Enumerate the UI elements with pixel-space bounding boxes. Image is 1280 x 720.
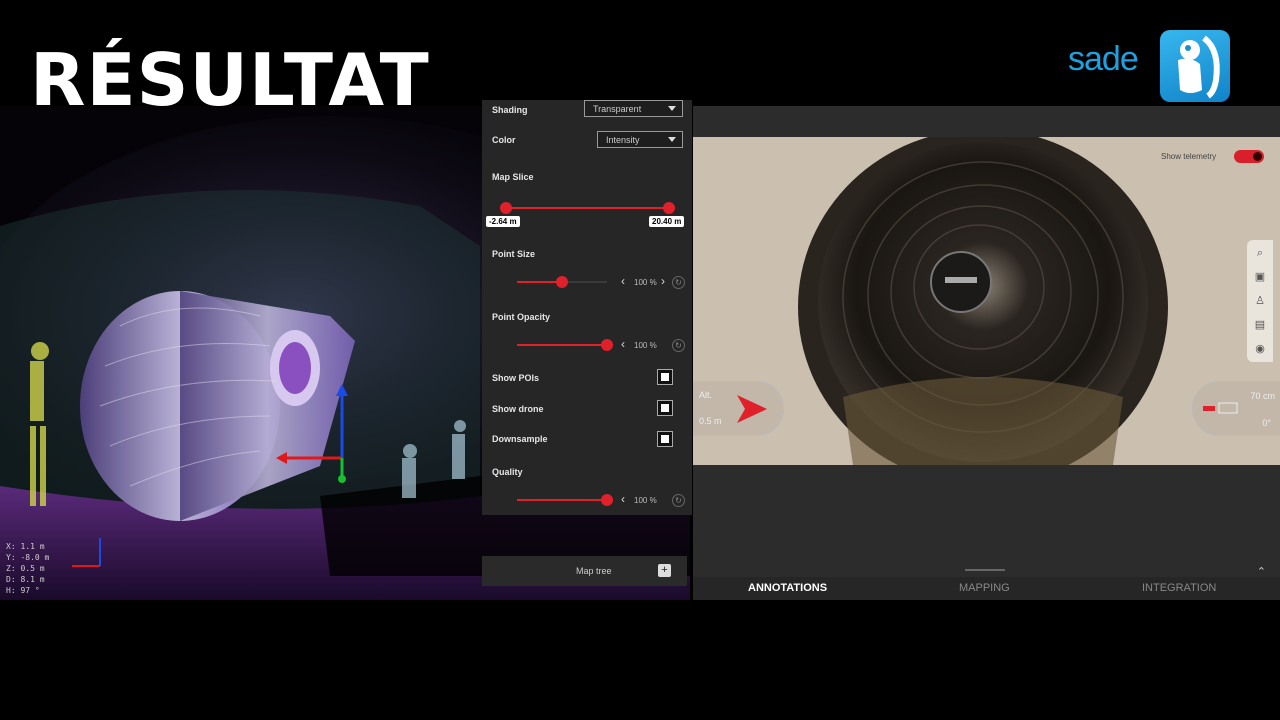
shading-select[interactable]: Transparent <box>584 100 683 117</box>
brand-logo <box>1160 30 1230 102</box>
chevron-right-icon[interactable]: › <box>661 274 665 288</box>
coord-y: Y: -8.0 m <box>6 553 50 562</box>
downsample-label: Downsample <box>492 434 548 444</box>
show-pois-label: Show POIs <box>492 373 540 383</box>
quality-handle[interactable] <box>601 494 613 506</box>
point-opacity-handle[interactable] <box>601 339 613 351</box>
coord-x: X: 1.1 m <box>6 542 45 551</box>
map-slice-max-value: 20.40 m <box>649 216 685 227</box>
map-slice-max-handle[interactable] <box>663 202 675 214</box>
chevron-down-icon <box>668 106 676 111</box>
altitude-hud: Alt. 0.5 m <box>693 381 784 436</box>
shading-value: Transparent <box>593 104 642 114</box>
downsample-checkbox[interactable] <box>657 431 673 447</box>
drone-icon <box>1203 402 1238 414</box>
gallery-icon[interactable]: ▣ <box>1250 267 1270 287</box>
map-tree-bar[interactable]: Map tree + <box>482 556 687 586</box>
chevron-down-icon <box>668 137 676 142</box>
point-opacity-fill <box>517 344 607 346</box>
distance-value: 70 cm <box>1250 391 1275 401</box>
brand-wordmark: sade <box>1068 40 1139 78</box>
show-drone-label: Show drone <box>492 404 544 414</box>
coord-z: Z: 0.5 m <box>6 564 45 573</box>
chevron-up-icon[interactable]: ⌃ <box>1257 565 1266 578</box>
tab-annotations[interactable]: ANNOTATIONS <box>748 582 827 594</box>
chevron-left-icon[interactable]: ‹ <box>621 337 625 351</box>
reset-icon[interactable]: ↻ <box>672 494 685 507</box>
point-opacity-value: 100 % <box>634 341 657 350</box>
quality-label: Quality <box>492 467 523 477</box>
clipboard-icon[interactable]: ▤ <box>1250 315 1270 335</box>
camera-icon[interactable]: ◉ <box>1250 339 1270 359</box>
point-size-value: 100 % <box>634 278 657 287</box>
settings-panel: Shading Transparent Color Intensity Map … <box>482 100 692 515</box>
chevron-left-icon[interactable]: ‹ <box>621 274 625 288</box>
map-slice-min-handle[interactable] <box>500 202 512 214</box>
bottom-tabs: ⌃ ANNOTATIONS MAPPING INTEGRATION <box>693 566 1280 600</box>
show-telemetry-label: Show telemetry <box>1161 152 1217 161</box>
add-icon[interactable]: + <box>658 564 671 577</box>
color-value: Intensity <box>606 135 640 145</box>
shading-label: Shading <box>492 105 528 115</box>
chevron-left-icon[interactable]: ‹ <box>621 492 625 506</box>
point-opacity-label: Point Opacity <box>492 312 551 322</box>
color-select[interactable]: Intensity <box>597 131 683 148</box>
altitude-label: Alt. <box>699 390 713 400</box>
coord-d: D: 8.1 m <box>6 575 45 584</box>
color-label: Color <box>492 135 516 145</box>
angle-value: 0° <box>1262 418 1271 428</box>
light-icon[interactable]: ♙ <box>1250 291 1270 311</box>
point-size-label: Point Size <box>492 249 536 259</box>
map-slice-label: Map Slice <box>492 172 534 182</box>
tab-integration[interactable]: INTEGRATION <box>1142 582 1216 594</box>
coord-h: H: 97 ° <box>6 586 40 595</box>
drag-handle[interactable] <box>965 569 1005 571</box>
zoom-icon[interactable]: ⌕ <box>1250 243 1270 263</box>
tab-mapping[interactable]: MAPPING <box>959 582 1010 594</box>
altitude-value: 0.5 m <box>699 416 722 426</box>
show-drone-checkbox[interactable] <box>657 400 673 416</box>
map-tree-label: Map tree <box>576 566 612 576</box>
quality-value: 100 % <box>634 496 657 505</box>
map-slice-range <box>506 207 669 209</box>
map-slice-min-value: -2.64 m <box>486 216 520 227</box>
direction-arrow-icon <box>737 395 767 423</box>
show-pois-checkbox[interactable] <box>657 369 673 385</box>
quality-fill <box>517 499 607 501</box>
reset-icon[interactable]: ↻ <box>672 276 685 289</box>
show-telemetry-toggle[interactable] <box>1234 150 1264 163</box>
point-size-handle[interactable] <box>556 276 568 288</box>
distance-hud: 70 cm 0° <box>1192 381 1280 436</box>
reset-icon[interactable]: ↻ <box>672 339 685 352</box>
